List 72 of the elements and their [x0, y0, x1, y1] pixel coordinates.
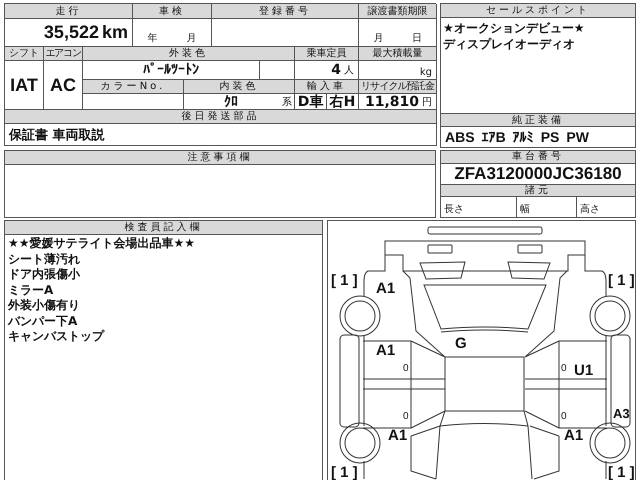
tire-mark: [ 1 ]: [608, 273, 635, 288]
year-unit: 年: [148, 32, 158, 45]
inspector-note: ミラーA: [8, 282, 54, 298]
column-header: 外装色: [83, 47, 295, 61]
steering-value: 右H: [330, 92, 356, 110]
damage-code: A1: [376, 343, 396, 358]
spec-label: 幅: [517, 197, 577, 217]
color-suffix: 系: [282, 96, 292, 108]
later-parts-value: 保証書 車両取説: [8, 126, 105, 144]
inspector-note: ★★愛媛サテライト会場出品車★★: [8, 236, 196, 252]
section-header: セールスポイント: [441, 4, 635, 18]
mileage-unit: km: [102, 22, 128, 43]
inspector-note: キャンバストップ: [8, 329, 106, 344]
chassis-number: ZFA3120000JC36180: [453, 164, 623, 184]
spec-label: 高さ: [579, 202, 601, 217]
exterior-color-value: ﾊﾟｰﾙﾂｰﾄﾝ: [143, 62, 199, 78]
recycle-fee-value: 11,810: [364, 94, 419, 110]
column-header: 内装色: [184, 80, 295, 94]
inspector-note: ドア内張傷小: [8, 267, 82, 282]
damage-code: A3: [613, 407, 630, 420]
tire-mark: [ 1 ]: [331, 465, 358, 480]
column-header: シフト: [5, 47, 44, 61]
door-mark: 0: [403, 364, 409, 374]
door-mark: 0: [561, 412, 567, 422]
column-header: カラーNo.: [83, 80, 184, 94]
equipment-item: PW: [566, 129, 589, 145]
inspector-note: バンパー下A: [8, 314, 78, 329]
month-unit: 月: [186, 32, 196, 45]
mileage-value: 35,522: [44, 22, 99, 43]
door-mark: 0: [561, 364, 567, 374]
sales-point-text: ★オークションデビュー★: [443, 20, 586, 36]
load-unit: kg: [420, 67, 432, 78]
column-header: 車検: [133, 4, 212, 19]
equipment-item: ABS: [445, 129, 475, 145]
section-header: 純正装備: [441, 113, 635, 127]
import-type-value: D車: [298, 92, 324, 110]
capacity-value: 4: [331, 62, 341, 78]
column-header: 譲渡書類期限: [359, 4, 437, 19]
shift-value: IAT: [10, 74, 38, 96]
section-header: 諸元: [441, 184, 635, 197]
sales-point-text: ディスプレイオーディオ: [443, 36, 576, 52]
spec-label: 長さ: [441, 197, 517, 217]
capacity-unit: 人: [344, 64, 354, 77]
damage-code: A1: [564, 428, 584, 443]
section-header: 注意事項欄: [5, 151, 435, 165]
column-header: リサイクル預託金: [359, 80, 437, 94]
damage-code: A1: [388, 428, 408, 443]
door-mark: 0: [403, 412, 409, 422]
tire-mark: [ 1 ]: [608, 465, 635, 480]
column-header: 輸入車: [295, 80, 359, 94]
damage-code: U1: [574, 363, 594, 378]
column-header: 登録番号: [212, 4, 359, 19]
column-header: 後日発送部品: [5, 110, 437, 124]
month-unit: 月: [373, 32, 384, 45]
column-header: 走行: [5, 4, 133, 19]
ac-value: AC: [50, 74, 76, 96]
equipment-item: ｱﾙﾐ: [512, 129, 534, 145]
equipment-item: PS: [540, 129, 560, 145]
interior-color-value: ｸﾛ: [224, 94, 238, 110]
damage-code: G: [455, 336, 467, 351]
column-header: 乗車定員: [295, 47, 359, 61]
damage-code: A1: [376, 281, 396, 296]
inspector-note: シート薄汚れ: [8, 252, 81, 267]
column-header: エアコン: [44, 47, 83, 61]
tire-mark: [ 1 ]: [331, 273, 358, 288]
section-header: 車台番号: [441, 151, 635, 164]
inspector-note: 外装小傷有り: [8, 298, 81, 314]
section-header: 検査員記入欄: [5, 221, 322, 235]
day-unit: 日: [412, 32, 422, 45]
yen-unit: 円: [422, 96, 432, 108]
equipment-item: ｴｱB: [482, 129, 506, 145]
column-header: 最大積載量: [359, 47, 437, 61]
